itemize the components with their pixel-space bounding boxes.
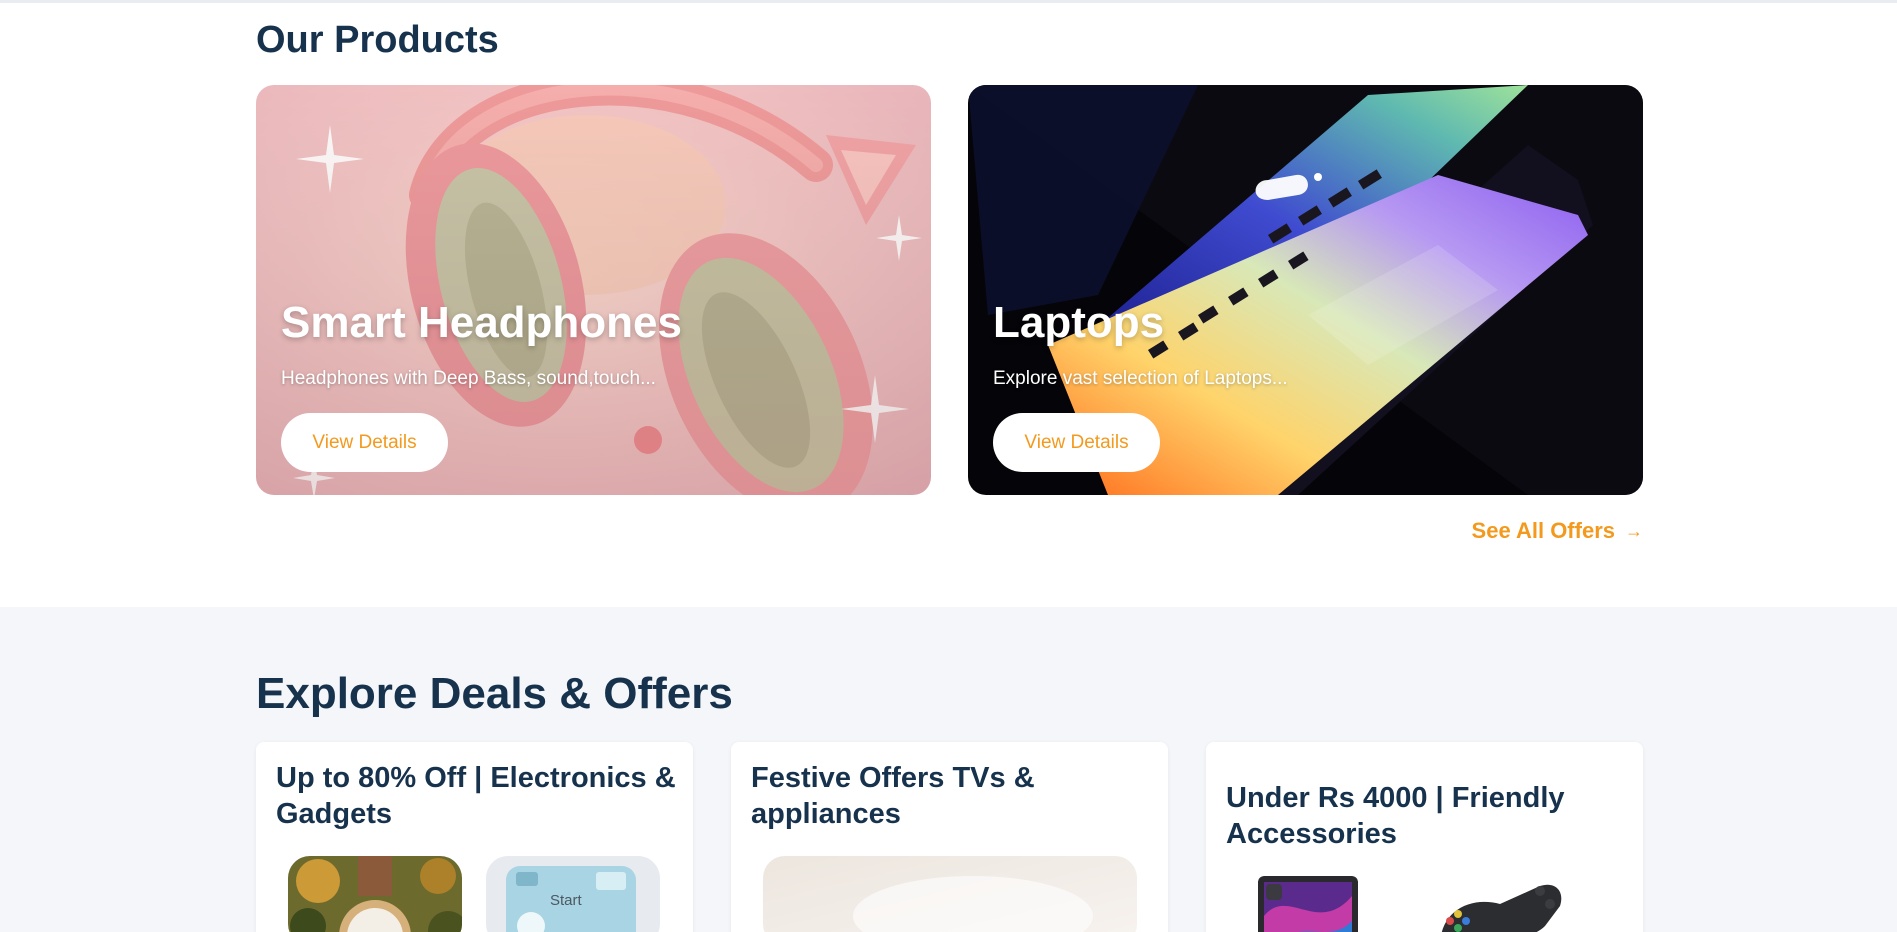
instant-camera-image[interactable]: Start: [486, 856, 660, 932]
product-card-laptops[interactable]: Laptops Explore vast selection of Laptop…: [968, 85, 1643, 495]
view-details-button[interactable]: View Details: [993, 413, 1160, 472]
product-card-title: Smart Headphones: [281, 298, 682, 347]
product-card-description: Headphones with Deep Bass, sound,touch..…: [281, 368, 656, 389]
appliances-image[interactable]: [763, 856, 1137, 932]
arrow-right-icon: →: [1625, 520, 1643, 541]
products-section: Our Products Smart Headphones Headphones…: [0, 3, 1897, 607]
deals-heading: Explore Deals & Offers: [256, 669, 733, 718]
deal-card-festive-offers[interactable]: Festive Offers TVs & appliances: [731, 742, 1168, 932]
camera-start-label: Start: [550, 892, 582, 909]
see-all-offers-link[interactable]: See All Offers →: [1470, 515, 1643, 547]
deal-card-title: Under Rs 4000 | Friendly Accessories: [1226, 782, 1565, 850]
product-card-headphones[interactable]: Smart Headphones Headphones with Deep Ba…: [256, 85, 931, 495]
products-heading: Our Products: [256, 19, 499, 61]
deal-card-electronics[interactable]: Up to 80% Off | Electronics & Gadgets St…: [256, 742, 693, 932]
deal-card-title: Festive Offers TVs & appliances: [751, 762, 1035, 830]
deal-card-accessories[interactable]: Under Rs 4000 | Friendly Accessories: [1206, 742, 1643, 932]
tablet-image[interactable]: [1258, 876, 1358, 932]
product-card-description: Explore vast selection of Laptops...: [993, 368, 1288, 389]
see-all-offers-label: See All Offers: [1471, 518, 1615, 543]
deal-card-title: Up to 80% Off | Electronics & Gadgets: [276, 762, 676, 830]
deals-section: Explore Deals & Offers Up to 80% Off | E…: [0, 607, 1897, 932]
gamepad-image[interactable]: [1430, 876, 1570, 932]
watch-image[interactable]: [288, 856, 462, 932]
view-details-button[interactable]: View Details: [281, 413, 448, 472]
product-card-title: Laptops: [993, 298, 1165, 347]
